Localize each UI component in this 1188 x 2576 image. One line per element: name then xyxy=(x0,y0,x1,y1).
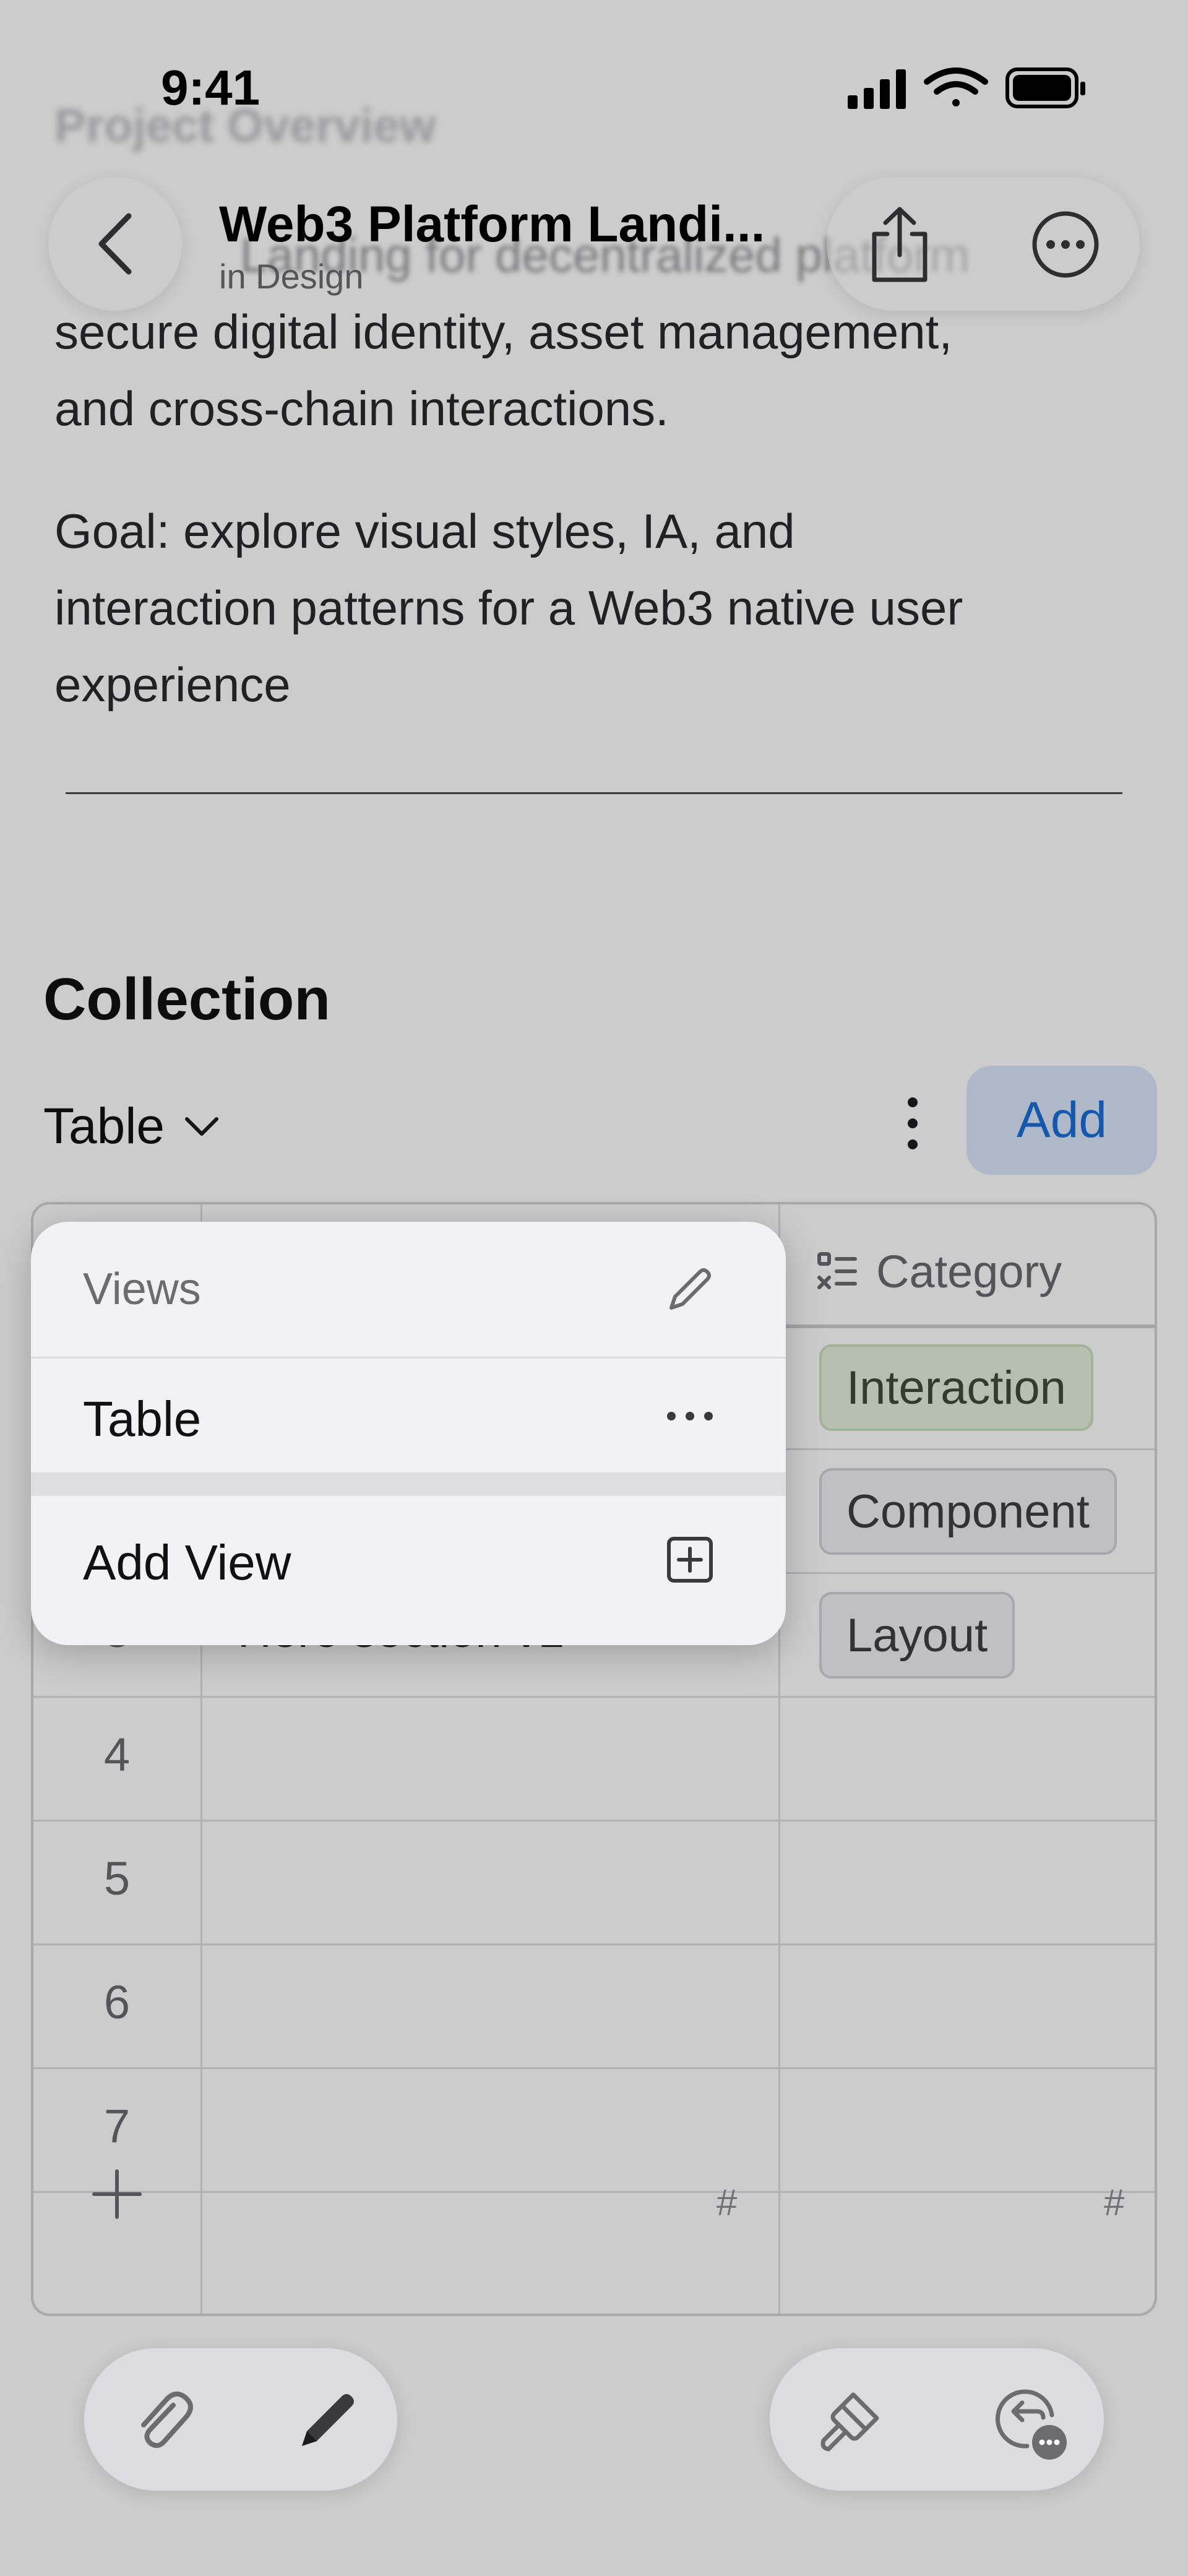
attach-button[interactable] xyxy=(111,2371,213,2472)
edit-button[interactable] xyxy=(275,2371,376,2472)
pencil-icon xyxy=(669,1268,711,1310)
add-view-row[interactable]: Add View xyxy=(31,1496,786,1645)
style-button[interactable] xyxy=(799,2371,901,2472)
view-item-label: Table xyxy=(83,1391,202,1446)
reply-chat-icon xyxy=(996,2389,1067,2460)
edit-views-button[interactable] xyxy=(656,1255,724,1323)
views-popover: Views Table Add View xyxy=(31,1222,786,1645)
plus-square-icon xyxy=(667,1537,713,1583)
view-item-more-button[interactable] xyxy=(656,1382,724,1450)
paintbrush-icon xyxy=(820,2392,879,2452)
add-view-label: Add View xyxy=(83,1535,291,1590)
paperclip-icon xyxy=(141,2392,193,2448)
views-header: Views xyxy=(83,1264,201,1314)
views-header-row: Views xyxy=(31,1222,786,1357)
view-item-table[interactable]: Table xyxy=(31,1359,786,1472)
comment-reply-button[interactable] xyxy=(979,2371,1080,2472)
ellipsis-icon xyxy=(667,1412,713,1420)
add-view-button[interactable] xyxy=(656,1526,724,1594)
pencil-icon xyxy=(302,2394,354,2446)
popover-section-gap xyxy=(31,1472,786,1496)
